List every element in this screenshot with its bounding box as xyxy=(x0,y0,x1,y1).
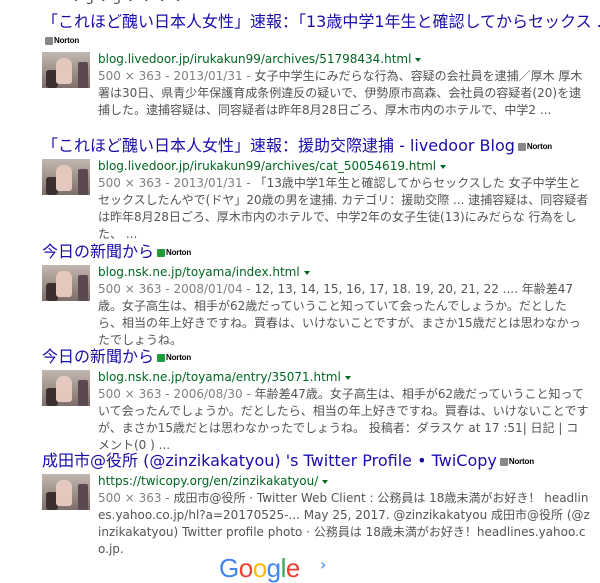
result-title-link[interactable]: 「これほど醜い日本人女性」速報：「13歳中学1年生と確認してからセックス ... xyxy=(42,12,600,32)
norton-badge[interactable]: Norton xyxy=(157,353,191,362)
norton-label: Norton xyxy=(526,142,552,151)
url-dropdown-arrow-icon[interactable] xyxy=(322,479,329,484)
search-result: 成田市@役所 (@zinzikakatyou) 's Twitter Profi… xyxy=(42,451,590,558)
result-thumbnail[interactable] xyxy=(42,52,90,88)
norton-badge[interactable]: Norton xyxy=(517,142,552,151)
norton-unknown-icon xyxy=(45,36,53,45)
norton-unknown-icon xyxy=(499,457,508,466)
logo-letter: o xyxy=(238,553,253,583)
result-snippet: 500 × 363 - 2006/08/30 - 年齢差47歳。女子高生は、相手… xyxy=(98,387,589,452)
norton-ok-icon xyxy=(157,353,166,362)
logo-letter: G xyxy=(219,553,239,583)
norton-ok-icon xyxy=(157,248,166,257)
url-dropdown-arrow-icon[interactable] xyxy=(344,375,351,380)
logo-letter: g xyxy=(266,553,281,583)
result-snippet: 500 × 363 - 2008/01/04 - 12, 13, 14, 15,… xyxy=(98,282,581,347)
result-title-link[interactable]: 今日の新聞から xyxy=(42,242,154,262)
search-result: 今日の新聞から Norton blog.nsk.ne.jp/toyama/inde… xyxy=(42,242,590,349)
result-url[interactable]: blog.nsk.ne.jp/toyama/entry/35071.html xyxy=(98,369,590,386)
google-logo: Google xyxy=(219,553,300,583)
search-result: 今日の新聞から Norton blog.nsk.ne.jp/toyama/entr… xyxy=(42,347,590,454)
result-meta: 500 × 363 - 2006/08/30 - xyxy=(98,387,255,401)
result-title-link[interactable]: 成田市@役所 (@zinzikakatyou) 's Twitter Profi… xyxy=(42,451,497,471)
clipped-top-text: ・ 3 ・ 3 ・ ・ ・ ・ xyxy=(70,0,184,7)
result-thumbnail[interactable] xyxy=(42,265,90,301)
pagination: Google › xyxy=(0,553,600,583)
url-dropdown-arrow-icon[interactable] xyxy=(415,57,422,62)
result-url[interactable]: https://twicopy.org/en/zinzikakatyou/ xyxy=(98,473,590,490)
search-result: 「これほど醜い日本人女性」速報：援助交際逮捕 - livedoor Blog No… xyxy=(42,136,590,243)
result-url[interactable]: blog.livedoor.jp/irukakun99/archives/517… xyxy=(98,51,590,68)
url-dropdown-arrow-icon[interactable] xyxy=(440,164,447,169)
result-title-link[interactable]: 今日の新聞から xyxy=(42,347,154,367)
result-title-link[interactable]: 「これほど醜い日本人女性」速報：援助交際逮捕 - livedoor Blog xyxy=(42,136,515,156)
logo-letter: o xyxy=(252,553,267,583)
result-thumbnail[interactable] xyxy=(42,370,90,406)
next-page-icon[interactable]: › xyxy=(320,557,326,573)
norton-label: Norton xyxy=(166,248,192,257)
result-snippet: 500 × 363 - 成田市@役所 · Twitter Web Client … xyxy=(98,491,590,556)
result-url[interactable]: blog.livedoor.jp/irukakun99/archives/cat… xyxy=(98,158,590,175)
norton-badge[interactable]: Norton xyxy=(157,248,191,257)
url-dropdown-arrow-icon[interactable] xyxy=(303,270,310,275)
norton-unknown-icon xyxy=(517,142,526,151)
norton-label: Norton xyxy=(508,457,534,466)
result-snippet: 500 × 363 - 2013/01/31 - 「13歳中学1年生と確認してか… xyxy=(98,176,589,241)
result-meta: 500 × 363 - 2013/01/31 - xyxy=(98,69,255,83)
search-result: 「これほど醜い日本人女性」速報：「13歳中学1年生と確認してからセックス ...… xyxy=(42,12,600,119)
norton-badge[interactable]: Norton xyxy=(42,32,590,48)
norton-label: Norton xyxy=(166,353,192,362)
result-meta: 500 × 363 - 2013/01/31 - xyxy=(98,176,255,190)
result-snippet: 500 × 363 - 2013/01/31 - 女子中学生にみだらな行為、容疑… xyxy=(98,69,583,117)
result-meta: 500 × 363 - xyxy=(98,491,174,505)
result-url[interactable]: blog.nsk.ne.jp/toyama/index.html xyxy=(98,264,590,281)
norton-badge[interactable]: Norton xyxy=(499,457,534,466)
result-thumbnail[interactable] xyxy=(42,474,90,510)
logo-letter: e xyxy=(285,553,300,583)
result-meta: 500 × 363 - 2008/01/04 - xyxy=(98,282,255,296)
result-thumbnail[interactable] xyxy=(42,159,90,195)
norton-label: Norton xyxy=(54,35,80,45)
